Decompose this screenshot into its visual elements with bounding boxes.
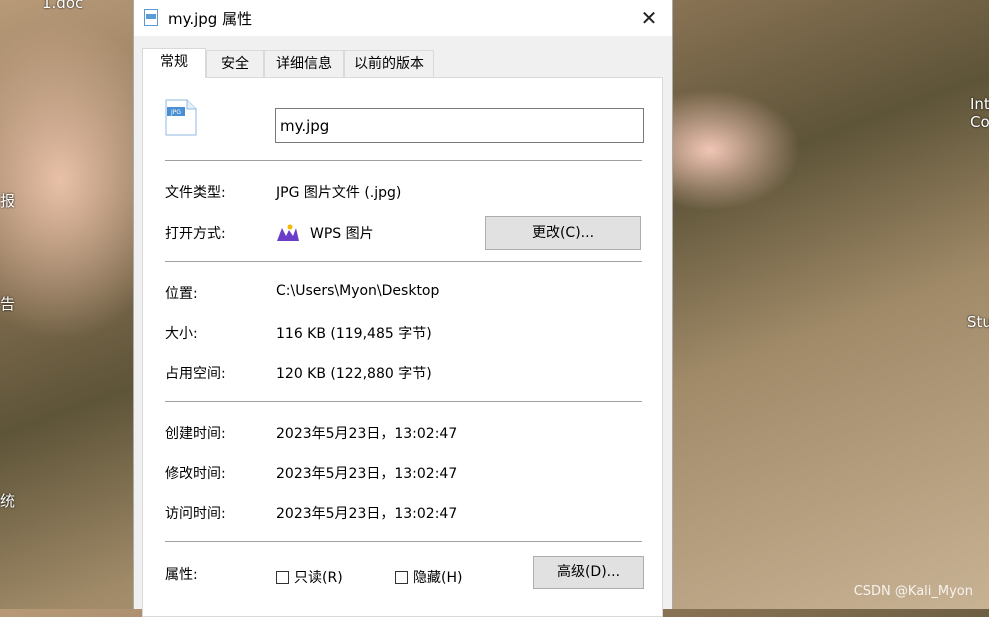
created-label: 创建时间: [165,426,226,442]
divider [165,261,642,262]
title-bar[interactable]: my.jpg 属性 ✕ [134,0,672,36]
jpg-file-icon: JPG [165,99,197,136]
divider [165,160,642,161]
location-label: 位置: [165,286,198,302]
open-with-label: 打开方式: [165,226,226,242]
modified-value: 2023年5月23日，13:02:47 [276,466,458,482]
readonly-checkbox[interactable]: 只读(R) [276,567,343,587]
created-value: 2023年5月23日，13:02:47 [276,426,458,442]
checkbox-box[interactable] [395,571,408,584]
desktop-item-label[interactable]: 统 [0,490,15,511]
properties-dialog: my.jpg 属性 ✕ 常规 安全 详细信息 以前的版本 JPG 文件类型: J… [133,0,673,617]
change-button[interactable]: 更改(C)... [485,216,641,250]
attributes-label: 属性: [165,567,198,583]
desktop-file-label[interactable]: 1.doc [42,0,83,12]
tab-general[interactable]: 常规 [142,48,206,78]
size-value: 116 KB (119,485 字节) [276,326,432,342]
checkbox-box[interactable] [276,571,289,584]
tab-details[interactable]: 详细信息 [264,50,344,77]
desktop-item-label[interactable]: Intel Core [970,95,989,131]
desktop-item-label[interactable]: 报 [0,190,15,211]
divider [165,541,642,542]
jpg-file-icon [144,9,158,26]
general-panel: JPG 文件类型: JPG 图片文件 (.jpg) 打开方式: WPS 图片 更… [142,77,663,617]
svg-text:JPG: JPG [170,109,181,116]
desktop-item-label[interactable]: Stu [967,313,989,331]
desktop-item-label[interactable]: 告 [0,293,15,314]
dialog-title: my.jpg 属性 [168,10,253,28]
size-on-disk-label: 占用空间: [165,366,226,382]
location-value: C:\Users\Myon\Desktop [276,283,440,299]
tab-security[interactable]: 安全 [206,50,264,77]
watermark: CSDN @Kali_Myon [853,584,973,599]
hidden-label: 隐藏(H) [413,570,463,586]
accessed-label: 访问时间: [165,506,226,522]
accessed-value: 2023年5月23日，13:02:47 [276,506,458,522]
divider [165,401,642,402]
wps-picture-icon [277,224,299,241]
readonly-label: 只读(R) [294,570,343,586]
file-type-value: JPG 图片文件 (.jpg) [276,185,402,201]
file-type-label: 文件类型: [165,185,226,201]
modified-label: 修改时间: [165,466,226,482]
advanced-button[interactable]: 高级(D)... [533,556,644,589]
close-icon[interactable]: ✕ [636,6,662,30]
size-label: 大小: [165,326,198,342]
size-on-disk-value: 120 KB (122,880 字节) [276,366,432,382]
open-with-value: WPS 图片 [310,226,374,242]
file-name-field[interactable] [275,108,644,143]
hidden-checkbox[interactable]: 隐藏(H) [395,567,462,587]
tab-previous-versions[interactable]: 以前的版本 [344,50,434,77]
